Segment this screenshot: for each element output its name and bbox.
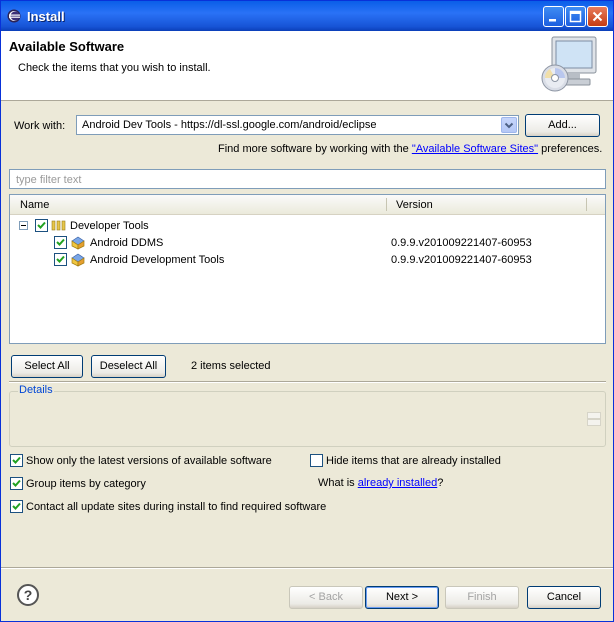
find-more-prefix: Find more software by working with the [218, 143, 412, 155]
column-version[interactable]: Version [396, 199, 433, 211]
latest-versions-checkbox[interactable] [10, 454, 23, 467]
contact-sites-checkbox[interactable] [10, 500, 23, 513]
checkmark-icon [56, 238, 65, 246]
maximize-button[interactable] [565, 6, 586, 27]
minimize-button[interactable] [543, 6, 564, 27]
help-icon[interactable]: ? [17, 584, 39, 606]
details-group: Details [9, 384, 606, 447]
work-with-value: Android Dev Tools - https://dl-ssl.googl… [82, 119, 377, 131]
tree-item-row[interactable]: Android DDMS 0.9.9.v201009221407-60953 [10, 234, 605, 251]
item-checkbox[interactable] [54, 236, 67, 249]
details-label: Details [18, 384, 54, 396]
item-version: 0.9.9.v201009221407-60953 [391, 237, 532, 249]
separator [9, 381, 606, 383]
plugin-feature-icon [71, 253, 85, 267]
column-separator[interactable] [386, 198, 387, 211]
chevron-down-icon [504, 122, 514, 129]
details-scroll-icon[interactable] [587, 412, 601, 426]
what-is-suffix: ? [437, 477, 444, 489]
finish-button[interactable]: Finish [445, 586, 519, 609]
install-window: Install Available Software Check the ite… [0, 0, 614, 622]
tree-item-row[interactable]: Android Development Tools 0.9.9.v2010092… [10, 251, 605, 268]
page-description: Check the items that you wish to install… [18, 62, 211, 74]
work-with-label: Work with: [14, 120, 65, 132]
latest-versions-label[interactable]: Show only the latest versions of availab… [26, 455, 272, 467]
already-installed-link[interactable]: already installed [358, 477, 438, 489]
footer-separator [1, 567, 613, 569]
group-by-category-checkbox[interactable] [10, 477, 23, 490]
checkmark-icon [12, 456, 21, 464]
item-checkbox[interactable] [54, 253, 67, 266]
group-label: Developer Tools [70, 220, 149, 232]
minimize-icon [549, 19, 556, 22]
item-version: 0.9.9.v201009221407-60953 [391, 254, 532, 266]
hide-installed-checkbox[interactable] [310, 454, 323, 467]
close-icon [592, 11, 603, 22]
checkmark-icon [12, 479, 21, 487]
group-by-category-label[interactable]: Group items by category [26, 478, 146, 490]
minus-icon [21, 225, 26, 226]
window-title: Install [27, 9, 65, 24]
category-icon [51, 220, 66, 231]
close-button[interactable] [587, 6, 608, 27]
what-is-prefix: What is [318, 477, 358, 489]
plugin-feature-icon [71, 236, 85, 250]
column-separator[interactable] [586, 198, 587, 211]
deselect-all-button[interactable]: Deselect All [91, 355, 166, 378]
checkmark-icon [12, 502, 21, 510]
what-is-installed-text: What is already installed? [318, 477, 443, 489]
find-more-suffix: preferences. [538, 143, 603, 155]
wizard-header: Available Software Check the items that … [1, 31, 613, 101]
filter-input[interactable] [14, 171, 598, 189]
hide-installed-label[interactable]: Hide items that are already installed [326, 455, 501, 467]
available-software-sites-link[interactable]: "Available Software Sites" [412, 143, 538, 155]
checkmark-icon [56, 255, 65, 263]
find-more-text: Find more software by working with the "… [218, 143, 602, 155]
add-site-button[interactable]: Add... [525, 114, 600, 137]
page-title: Available Software [9, 39, 125, 54]
contact-sites-label[interactable]: Contact all update sites during install … [26, 501, 326, 513]
tree-group-row[interactable]: Developer Tools [10, 217, 605, 234]
collapse-toggle[interactable] [19, 221, 28, 230]
selection-status: 2 items selected [191, 360, 271, 372]
column-name[interactable]: Name [20, 199, 49, 211]
eclipse-icon [7, 9, 21, 23]
group-checkbox[interactable] [35, 219, 48, 232]
combo-dropdown-button[interactable] [501, 117, 517, 133]
item-name: Android Development Tools [90, 254, 225, 266]
filter-field[interactable] [9, 169, 606, 189]
work-with-combo[interactable]: Android Dev Tools - https://dl-ssl.googl… [76, 115, 519, 135]
cancel-button[interactable]: Cancel [527, 586, 601, 609]
software-tree[interactable]: Name Version Developer Tools Android DDM… [9, 194, 606, 344]
item-name: Android DDMS [90, 237, 164, 249]
title-bar[interactable]: Install [1, 1, 613, 31]
maximize-icon [569, 10, 582, 23]
select-all-button[interactable]: Select All [11, 355, 83, 378]
work-with-label-text: Work with: [14, 120, 66, 132]
back-button[interactable]: < Back [289, 586, 363, 609]
checkmark-icon [37, 221, 46, 229]
next-button[interactable]: Next > [365, 586, 439, 609]
computer-cd-icon [541, 36, 597, 92]
tree-header: Name Version [10, 195, 605, 215]
